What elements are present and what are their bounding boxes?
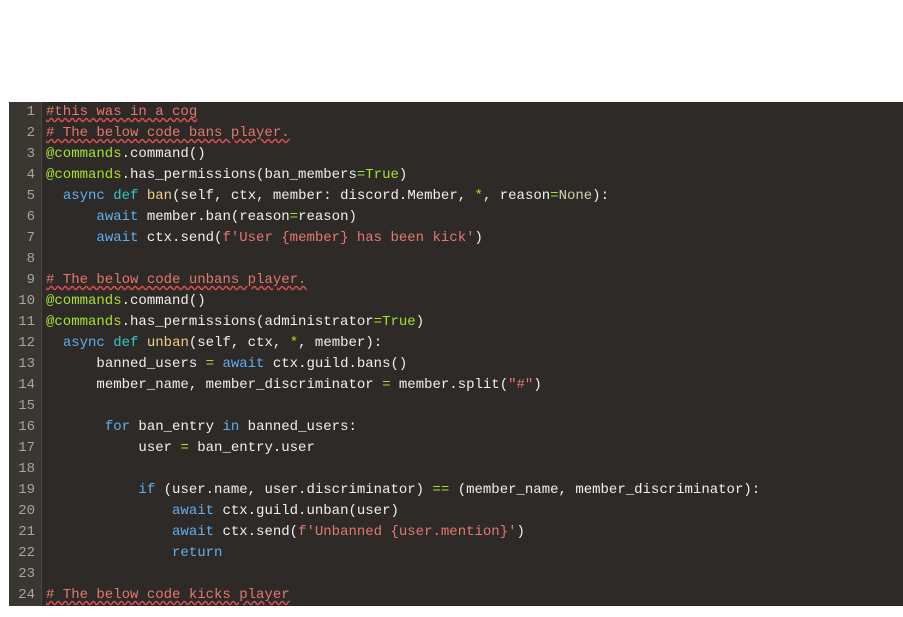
code-line[interactable]: async def ban(self, ctx, member: discord…: [46, 186, 903, 207]
code-line[interactable]: [46, 249, 903, 270]
code-line[interactable]: await ctx.guild.unban(user): [46, 501, 903, 522]
line-number: 3: [13, 144, 35, 165]
line-number: 2: [13, 123, 35, 144]
line-number: 8: [13, 249, 35, 270]
code-line[interactable]: await ctx.send(f'Unbanned {user.mention}…: [46, 522, 903, 543]
line-number: 1: [13, 102, 35, 123]
line-number: 10: [13, 291, 35, 312]
code-line[interactable]: # The below code kicks player: [46, 585, 903, 606]
line-number: 4: [13, 165, 35, 186]
line-number: 7: [13, 228, 35, 249]
code-line[interactable]: # The below code bans player.: [46, 123, 903, 144]
code-line[interactable]: @commands.command(): [46, 291, 903, 312]
code-line[interactable]: await ctx.send(f'User {member} has been …: [46, 228, 903, 249]
line-number-gutter: 1 2 3 4 5 6 7 8 9 10 11 12 13 14 15 16 1…: [9, 102, 42, 606]
code-line[interactable]: user = ban_entry.user: [46, 438, 903, 459]
code-line[interactable]: async def unban(self, ctx, *, member):: [46, 333, 903, 354]
line-number: 21: [13, 522, 35, 543]
code-line[interactable]: [46, 564, 903, 585]
code-line[interactable]: @commands.has_permissions(administrator=…: [46, 312, 903, 333]
line-number: 15: [13, 396, 35, 417]
line-number: 18: [13, 459, 35, 480]
code-line[interactable]: await member.ban(reason=reason): [46, 207, 903, 228]
code-line[interactable]: [46, 459, 903, 480]
code-editor[interactable]: 1 2 3 4 5 6 7 8 9 10 11 12 13 14 15 16 1…: [9, 102, 903, 606]
line-number: 23: [13, 564, 35, 585]
line-number: 11: [13, 312, 35, 333]
code-line[interactable]: [46, 396, 903, 417]
code-line[interactable]: for ban_entry in banned_users:: [46, 417, 903, 438]
line-number: 6: [13, 207, 35, 228]
line-number: 9: [13, 270, 35, 291]
code-line[interactable]: @commands.command(): [46, 144, 903, 165]
code-area[interactable]: #this was in a cog # The below code bans…: [42, 102, 903, 606]
code-line[interactable]: member_name, member_discriminator = memb…: [46, 375, 903, 396]
code-line[interactable]: banned_users = await ctx.guild.bans(): [46, 354, 903, 375]
code-line[interactable]: # The below code unbans player.: [46, 270, 903, 291]
code-line[interactable]: #this was in a cog: [46, 102, 903, 123]
code-line[interactable]: return: [46, 543, 903, 564]
line-number: 12: [13, 333, 35, 354]
code-line[interactable]: @commands.has_permissions(ban_members=Tr…: [46, 165, 903, 186]
line-number: 22: [13, 543, 35, 564]
line-number: 13: [13, 354, 35, 375]
line-number: 17: [13, 438, 35, 459]
line-number: 24: [13, 585, 35, 606]
line-number: 16: [13, 417, 35, 438]
line-number: 5: [13, 186, 35, 207]
line-number: 14: [13, 375, 35, 396]
line-number: 20: [13, 501, 35, 522]
code-line[interactable]: if (user.name, user.discriminator) == (m…: [46, 480, 903, 501]
line-number: 19: [13, 480, 35, 501]
